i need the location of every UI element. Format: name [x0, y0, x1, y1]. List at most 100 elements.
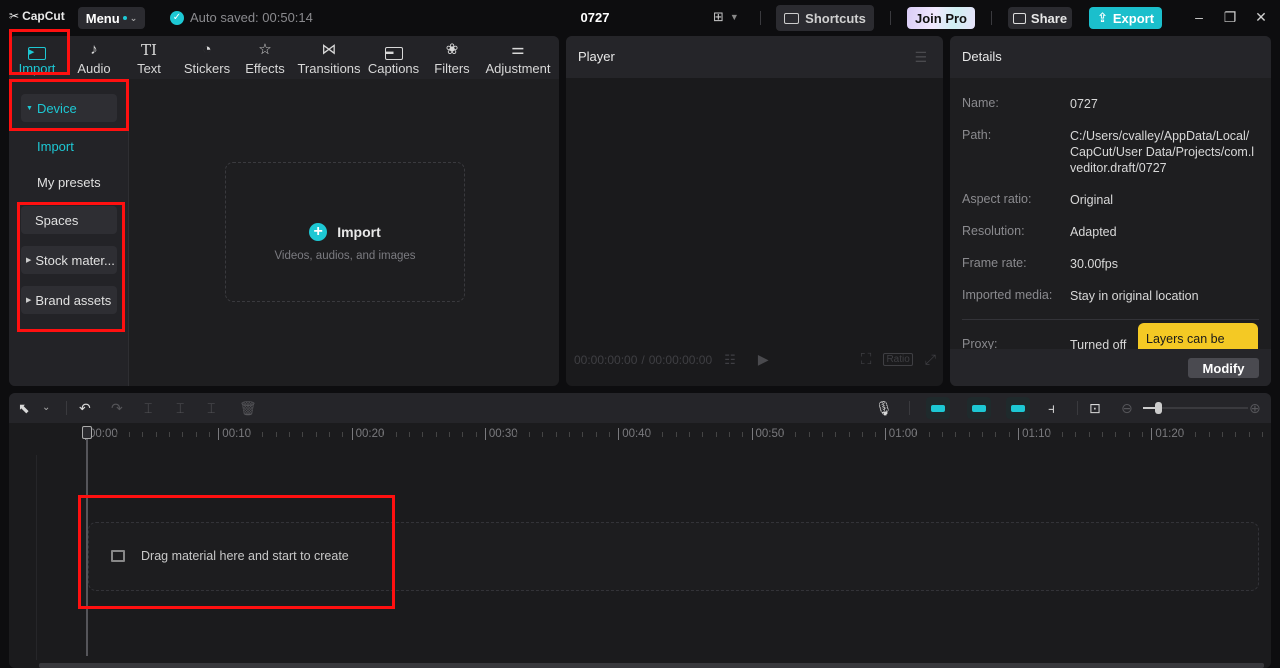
modify-button[interactable]: Modify: [1188, 358, 1259, 378]
trash-icon[interactable]: 🗑: [239, 399, 257, 417]
ruler-tick: [822, 432, 824, 437]
detail-value: Stay in original location: [1070, 289, 1199, 303]
ruler-tick: [1115, 432, 1117, 437]
track-divider: [36, 455, 37, 660]
sidebar-item-label: Stock mater...: [35, 252, 115, 268]
export-label: Export: [1112, 10, 1155, 26]
ruler-tick: [1062, 432, 1064, 437]
chevron-down-icon: ⌄: [129, 12, 138, 23]
ruler-tick: [1208, 432, 1210, 437]
ruler-tick: [542, 432, 544, 437]
ratio-button[interactable]: Ratio: [883, 353, 913, 366]
tab-adjustment[interactable]: ⚌ Adjustment: [483, 36, 553, 79]
delete-left-icon[interactable]: ⌶: [176, 399, 184, 417]
split-icon[interactable]: ⌶: [144, 399, 152, 417]
detail-key: Imported media:: [962, 288, 1053, 302]
restore-icon[interactable]: ❐: [1220, 9, 1240, 26]
total-time: 00:00:00:00: [648, 352, 713, 367]
redo-icon[interactable]: ↷: [111, 399, 123, 417]
player-header: Player ☰: [566, 36, 943, 78]
zoom-fit-icon[interactable]: ⛶: [861, 351, 872, 368]
detail-row-frame-rate: Frame rate: 30.00fps: [962, 256, 1265, 272]
tab-filters[interactable]: ❀ Filters: [429, 36, 475, 79]
player-panel: Player ☰ 00:00:00:00 / 00:00:00:00 ☷ ▶ ⛶…: [566, 36, 943, 386]
divider: [66, 401, 67, 415]
ruler-tick: [128, 432, 130, 437]
tab-label: Text: [137, 61, 161, 76]
menu-button[interactable]: Menu ⌄: [78, 7, 145, 29]
playhead-handle[interactable]: [82, 426, 92, 439]
tab-transitions[interactable]: ⋈ Transitions: [296, 36, 362, 79]
tab-text[interactable]: TI Text: [129, 36, 169, 79]
timecode-grid-icon[interactable]: ☷: [724, 352, 736, 368]
join-pro-button[interactable]: Join Pro: [907, 7, 975, 29]
main-track-magnet-toggle[interactable]: [926, 397, 950, 419]
import-drop-area[interactable]: + Import Videos, audios, and images: [225, 162, 465, 302]
undo-icon[interactable]: ↶: [79, 399, 91, 417]
ruler-tick: [422, 432, 424, 437]
sidebar-item-spaces[interactable]: Spaces: [21, 206, 117, 234]
tab-stickers[interactable]: ◔ Stickers: [181, 36, 233, 79]
menu-lines-icon[interactable]: ☰: [914, 49, 927, 66]
select-cursor-icon[interactable]: ⬉: [18, 399, 30, 417]
export-button[interactable]: ⇪ Export: [1089, 7, 1162, 29]
ruler-tick: [288, 432, 290, 437]
ruler-tick: [302, 432, 304, 437]
play-icon[interactable]: ▶: [758, 351, 769, 368]
preview-axis-icon[interactable]: ⫞: [1048, 399, 1055, 417]
sidebar-item-my-presets[interactable]: My presets: [37, 168, 133, 196]
delete-right-icon[interactable]: ⌶: [207, 399, 215, 417]
tab-captions[interactable]: ▬ Captions: [365, 36, 422, 79]
ruler-tick: [595, 432, 597, 437]
microphone-icon[interactable]: 🎙: [875, 399, 893, 417]
ruler-tick: [982, 432, 984, 437]
ruler-tick: [582, 432, 584, 437]
zoom-out-icon[interactable]: ⊖: [1121, 399, 1133, 417]
notification-dot: [122, 16, 127, 20]
zoom-slider-handle[interactable]: [1155, 402, 1162, 414]
zoom-slider[interactable]: [1143, 402, 1248, 414]
tab-import[interactable]: ▶ Import: [11, 36, 63, 79]
details-panel: Details Name: 0727 Path: C:/Users/cvalle…: [950, 36, 1271, 386]
sidebar-item-brand-assets[interactable]: ▶ Brand assets: [21, 286, 117, 314]
close-icon[interactable]: ✕: [1251, 9, 1271, 26]
zoom-to-fit-icon[interactable]: ⊡: [1089, 399, 1101, 417]
detail-value: Original: [1070, 193, 1114, 207]
sidebar-item-import[interactable]: Import: [37, 132, 133, 160]
sidebar-item-device[interactable]: ▼ Device: [21, 94, 117, 122]
timeline-ruler[interactable]: 00:00 00:10 00:20 00:30 00:40 00:50 01:00 01:10…: [9, 423, 1271, 445]
import-button[interactable]: + Import: [226, 223, 464, 241]
ruler-tick: [1102, 432, 1104, 437]
ruler-label: 00:20: [351, 428, 384, 440]
ruler-tick: [835, 432, 837, 437]
time-separator: /: [641, 352, 645, 367]
linkage-toggle[interactable]: [1006, 397, 1030, 419]
details-header: Details: [950, 36, 1271, 78]
fullscreen-icon[interactable]: ⤢: [925, 351, 936, 368]
share-button[interactable]: Share: [1008, 7, 1072, 29]
project-title[interactable]: 0727: [560, 10, 630, 25]
timeline-drop-zone[interactable]: Drag material here and start to create: [88, 522, 1259, 591]
player-controls: 00:00:00:00 / 00:00:00:00 ☷ ▶ ⛶ Ratio ⤢: [574, 351, 936, 368]
horizontal-scrollbar[interactable]: [39, 663, 1264, 668]
ruler-tick: [648, 432, 650, 437]
auto-snapping-toggle[interactable]: [967, 397, 991, 419]
layout-button[interactable]: ⊞ ▼: [713, 9, 739, 25]
ruler-tick: [702, 432, 704, 437]
divider: [760, 11, 761, 25]
ruler-label: 01:00: [884, 428, 918, 440]
zoom-in-icon[interactable]: ⊕: [1249, 399, 1261, 417]
chevron-down-icon[interactable]: ⌄: [42, 399, 50, 417]
ruler-tick: [848, 432, 850, 437]
import-subtitle: Videos, audios, and images: [274, 250, 416, 262]
sidebar-item-label: Device: [36, 100, 77, 116]
ruler-tick: [475, 432, 477, 437]
minimize-icon[interactable]: –: [1189, 9, 1209, 25]
tab-effects[interactable]: ☆ Effects: [241, 36, 289, 79]
ruler-tick: [688, 432, 690, 437]
sidebar-item-stock-material[interactable]: ▶ Stock mater...: [21, 246, 117, 274]
tab-audio[interactable]: ♪ Audio: [71, 36, 117, 79]
shortcuts-button[interactable]: Shortcuts: [776, 5, 874, 31]
ruler-tick: [408, 432, 410, 437]
tab-label: Adjustment: [485, 61, 551, 76]
